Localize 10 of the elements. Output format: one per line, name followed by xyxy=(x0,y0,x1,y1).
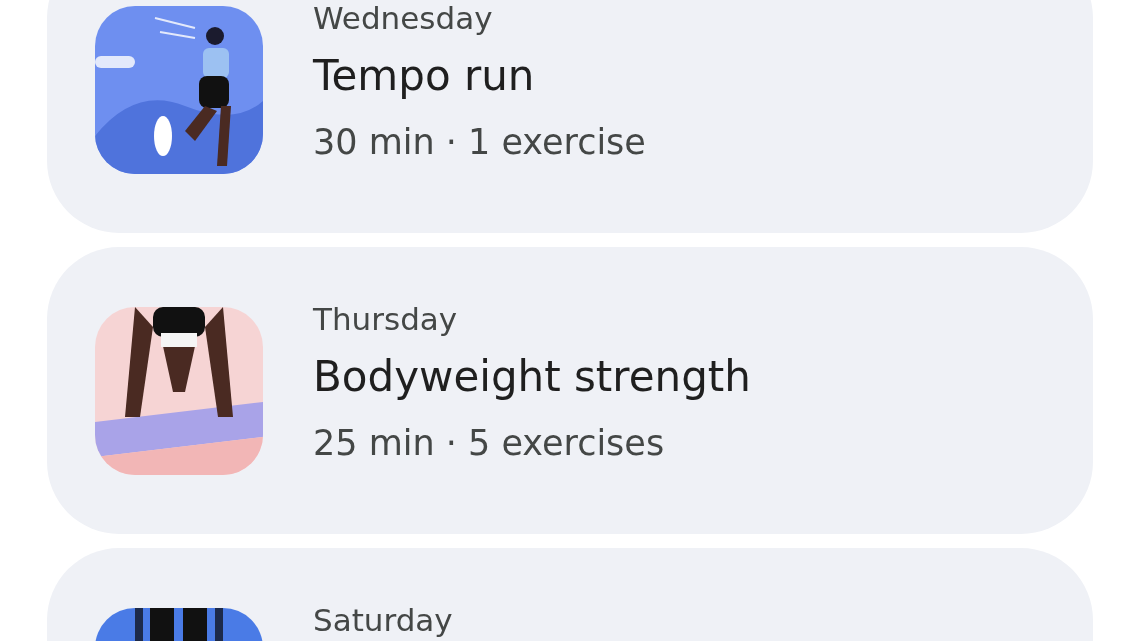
workout-title: Tempo run xyxy=(313,50,536,102)
workout-day: Wednesday xyxy=(313,0,646,38)
workout-card[interactable]: Wednesday Tempo run 30 min · 1 exercise xyxy=(47,0,1093,233)
workout-day: Saturday xyxy=(313,600,453,640)
workout-card[interactable]: Saturday xyxy=(47,548,1093,641)
workout-details: 25 min · 5 exercises xyxy=(313,422,666,465)
workout-card[interactable]: Thursday Bodyweight strength 25 min · 5 exercises xyxy=(47,247,1093,534)
workout-day: Thursday xyxy=(313,299,751,339)
workout-title: Bodyweight strength xyxy=(313,351,751,403)
workout-details: 30 min · 1 exercise xyxy=(313,121,646,164)
